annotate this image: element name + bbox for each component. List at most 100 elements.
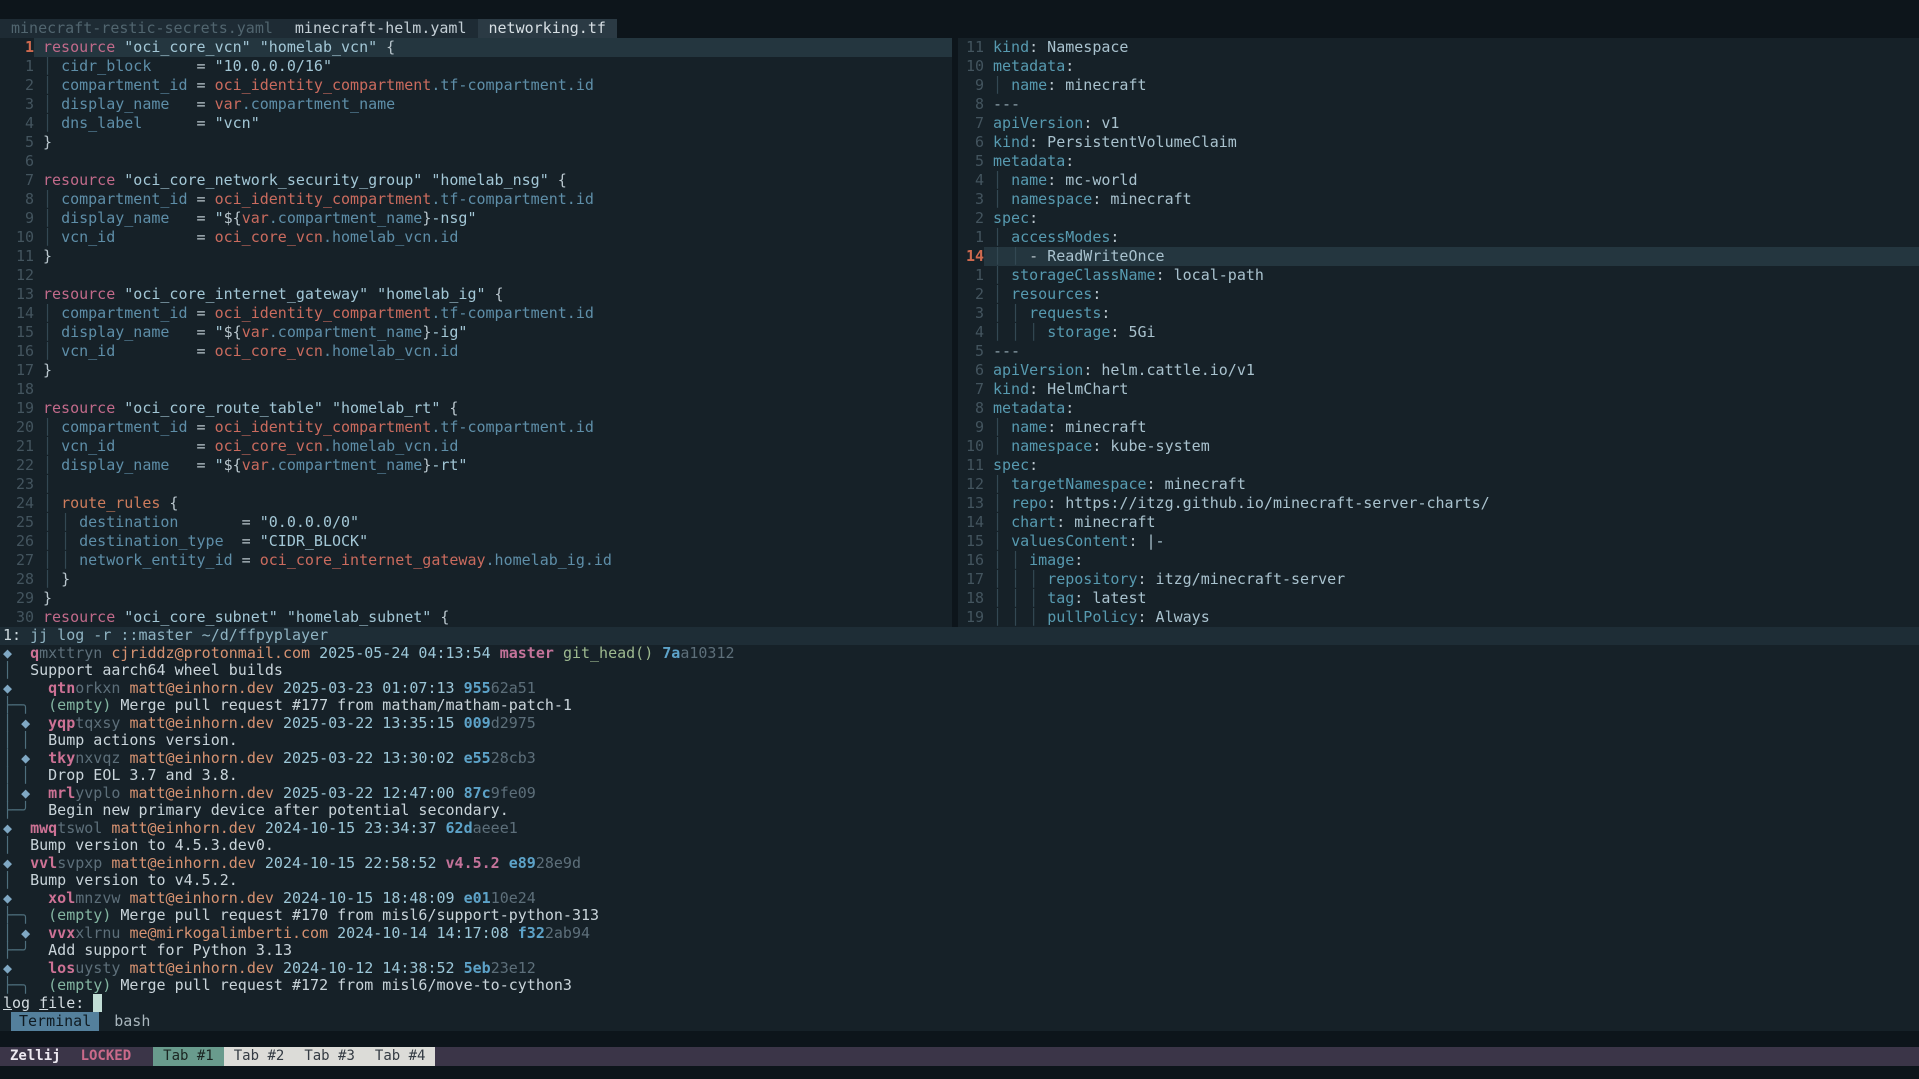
editor-pane-minecraft-helm-yaml[interactable]: 11kind: Namespace10metadata:9│ name: min…: [958, 38, 1919, 627]
code-line[interactable]: 5metadata:: [958, 152, 1919, 171]
code-line[interactable]: 12│ targetNamespace: minecraft: [958, 475, 1919, 494]
token: 2024-10-12 14:38:52: [283, 959, 455, 977]
log-row: │ Bump version to 4.5.3.dev0.: [0, 837, 1919, 855]
code-line[interactable]: 7apiVersion: v1: [958, 114, 1919, 133]
editor-pane-networking-tf[interactable]: 1resource "oci_core_vcn" "homelab_vcn" {…: [0, 38, 952, 627]
code-line[interactable]: 9│ name: minecraft: [958, 76, 1919, 95]
code-line[interactable]: 8│ compartment_id = oci_identity_compart…: [0, 190, 952, 209]
code-line[interactable]: 11}: [0, 247, 952, 266]
buffer-tab-minecraft-restic-secrets-yaml[interactable]: minecraft-restic-secrets.yaml: [0, 19, 284, 38]
code-line[interactable]: 17}: [0, 361, 952, 380]
code-line[interactable]: 8metadata:: [958, 399, 1919, 418]
token: matt@einhorn.dev: [129, 714, 274, 732]
code-line[interactable]: 19│ │ │ pullPolicy: Always: [958, 608, 1919, 627]
token: minecraft: [1065, 513, 1155, 531]
line-number: 7: [0, 171, 34, 190]
code-line[interactable]: 17│ │ │ repository: itzg/minecraft-serve…: [958, 570, 1919, 589]
token: helm.cattle.io/v1: [1092, 361, 1255, 379]
code-line[interactable]: 1│ storageClassName: local-path: [958, 266, 1919, 285]
code-line[interactable]: 23│: [0, 475, 952, 494]
code-line[interactable]: 4│ dns_label = "vcn": [0, 114, 952, 133]
code-line[interactable]: 1│ accessModes:: [958, 228, 1919, 247]
zellij-tab-4[interactable]: Tab #4: [365, 1047, 436, 1066]
code-line[interactable]: 16│ vcn_id = oci_core_vcn.homelab_vcn.id: [0, 342, 952, 361]
zellij-tab-list: Tab #1Tab #2Tab #3Tab #4: [153, 1047, 435, 1066]
line-number: 19: [0, 399, 34, 418]
token: =: [224, 532, 260, 550]
code-line[interactable]: 29}: [0, 589, 952, 608]
code-line[interactable]: 26│ │ destination_type = "CIDR_BLOCK": [0, 532, 952, 551]
code-text: │ namespace: kube-system: [984, 437, 1919, 456]
code-line-current[interactable]: 14│ │ - ReadWriteOnce: [958, 247, 1919, 266]
code-line[interactable]: 15│ display_name = "${var.compartment_na…: [0, 323, 952, 342]
code-line[interactable]: 10│ vcn_id = oci_core_vcn.homelab_vcn.id: [0, 228, 952, 247]
code-line[interactable]: 3│ display_name = var.compartment_name: [0, 95, 952, 114]
token: "oci_core_internet_gateway": [124, 285, 368, 303]
code-line[interactable]: 3│ │ requests:: [958, 304, 1919, 323]
code-line[interactable]: 22│ display_name = "${var.compartment_na…: [0, 456, 952, 475]
code-line[interactable]: 19resource "oci_core_route_table" "homel…: [0, 399, 952, 418]
code-line[interactable]: 11kind: Namespace: [958, 38, 1919, 57]
code-line[interactable]: 9│ name: minecraft: [958, 418, 1919, 437]
code-line[interactable]: 7kind: HelmChart: [958, 380, 1919, 399]
code-line-current[interactable]: 1resource "oci_core_vcn" "homelab_vcn" {: [0, 38, 952, 57]
code-line[interactable]: 5---: [958, 342, 1919, 361]
code-line[interactable]: 11spec:: [958, 456, 1919, 475]
token: qtn: [48, 679, 75, 697]
code-line[interactable]: 18│ │ │ tag: latest: [958, 589, 1919, 608]
code-line[interactable]: 3│ namespace: minecraft: [958, 190, 1919, 209]
code-line[interactable]: 9│ display_name = "${var.compartment_nam…: [0, 209, 952, 228]
code-line[interactable]: 5}: [0, 133, 952, 152]
code-line[interactable]: 10│ namespace: kube-system: [958, 437, 1919, 456]
code-line[interactable]: 20│ compartment_id = oci_identity_compar…: [0, 418, 952, 437]
code-area[interactable]: 11kind: Namespace10metadata:9│ name: min…: [958, 38, 1919, 627]
code-text: │ namespace: minecraft: [984, 190, 1919, 209]
token: :: [1056, 513, 1065, 531]
log-row: ◆ qtnorkxn matt@einhorn.dev 2025-03-23 0…: [0, 680, 1919, 698]
code-line[interactable]: 1│ cidr_block = "10.0.0.0/16": [0, 57, 952, 76]
code-line[interactable]: 2│ compartment_id = oci_identity_compart…: [0, 76, 952, 95]
code-line[interactable]: 2│ resources:: [958, 285, 1919, 304]
token: {: [440, 399, 458, 417]
code-line[interactable]: 27│ │ network_entity_id = oci_core_inter…: [0, 551, 952, 570]
code-line[interactable]: 13resource "oci_core_internet_gateway" "…: [0, 285, 952, 304]
code-line[interactable]: 6: [0, 152, 952, 171]
token: =: [115, 437, 214, 455]
buffer-tab-minecraft-helm-yaml[interactable]: minecraft-helm.yaml: [284, 19, 478, 38]
log-row: │ ◆ yqptqxsy matt@einhorn.dev 2025-03-22…: [0, 715, 1919, 733]
code-line[interactable]: 14│ chart: minecraft: [958, 513, 1919, 532]
code-area[interactable]: 1resource "oci_core_vcn" "homelab_vcn" {…: [0, 38, 952, 627]
code-line[interactable]: 6apiVersion: helm.cattle.io/v1: [958, 361, 1919, 380]
buffer-tab-networking-tf[interactable]: networking.tf: [478, 19, 617, 38]
code-line[interactable]: 4│ │ │ storage: 5Gi: [958, 323, 1919, 342]
code-line[interactable]: 25│ │ destination = "0.0.0.0/0": [0, 513, 952, 532]
line-number: 13: [0, 285, 34, 304]
code-line[interactable]: 7resource "oci_core_network_security_gro…: [0, 171, 952, 190]
token: [115, 285, 124, 303]
code-line[interactable]: 8---: [958, 95, 1919, 114]
zellij-tab-1[interactable]: Tab #1: [153, 1047, 224, 1066]
token: :: [1147, 475, 1156, 493]
code-line[interactable]: 12: [0, 266, 952, 285]
zellij-tab-2[interactable]: Tab #2: [224, 1047, 295, 1066]
zellij-tab-3[interactable]: Tab #3: [294, 1047, 365, 1066]
token: -: [1029, 247, 1047, 265]
code-line[interactable]: 13│ repo: https://itzg.github.io/minecra…: [958, 494, 1919, 513]
token: │: [993, 532, 1011, 550]
code-line[interactable]: 16│ │ image:: [958, 551, 1919, 570]
token: display_name: [61, 456, 169, 474]
code-line[interactable]: 4│ name: mc-world: [958, 171, 1919, 190]
code-line[interactable]: 28│ }: [0, 570, 952, 589]
terminal-tab[interactable]: Terminal: [11, 1012, 99, 1031]
terminal-pane-jj-log[interactable]: 1: jj log -r ::master ~/d/ffpyplayer◆ qm…: [0, 627, 1919, 1012]
code-line[interactable]: 30resource "oci_core_subnet" "homelab_su…: [0, 608, 952, 627]
code-line[interactable]: 14│ compartment_id = oci_identity_compar…: [0, 304, 952, 323]
token: [12, 679, 48, 697]
code-line[interactable]: 21│ vcn_id = oci_core_vcn.homelab_vcn.id: [0, 437, 952, 456]
code-line[interactable]: 15│ valuesContent: |-: [958, 532, 1919, 551]
code-line[interactable]: 24│ route_rules {: [0, 494, 952, 513]
code-line[interactable]: 2spec:: [958, 209, 1919, 228]
code-line[interactable]: 6kind: PersistentVolumeClaim: [958, 133, 1919, 152]
code-line[interactable]: 10metadata:: [958, 57, 1919, 76]
code-line[interactable]: 18: [0, 380, 952, 399]
